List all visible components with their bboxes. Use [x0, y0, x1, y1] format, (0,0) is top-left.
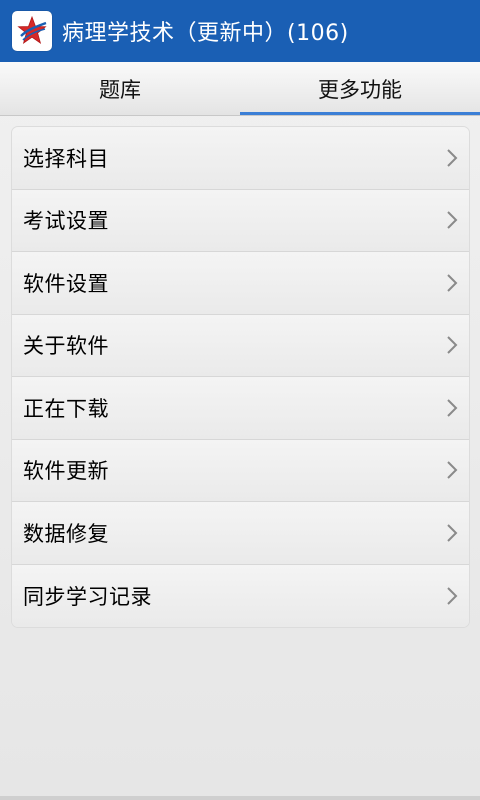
chevron-right-icon	[445, 148, 459, 168]
chevron-right-icon	[445, 335, 459, 355]
tab-more-functions[interactable]: 更多功能	[240, 62, 480, 115]
menu-item-exam-settings[interactable]: 考试设置	[12, 189, 469, 252]
app-title: 病理学技术（更新中）(106)	[62, 21, 349, 46]
chevron-right-icon	[445, 398, 459, 418]
menu-item-label: 软件设置	[23, 271, 109, 296]
bottom-divider	[0, 796, 480, 800]
menu-item-about-software[interactable]: 关于软件	[12, 314, 469, 377]
chevron-right-icon	[445, 460, 459, 480]
app-bar: 病理学技术（更新中）(106)	[0, 0, 480, 62]
menu-item-label: 关于软件	[23, 334, 109, 359]
tab-bar: 题库 更多功能	[0, 62, 480, 116]
menu-item-software-update[interactable]: 软件更新	[12, 439, 469, 502]
menu-item-label: 软件更新	[23, 459, 109, 484]
menu-item-label: 同步学习记录	[23, 584, 152, 609]
tab-question-bank[interactable]: 题库	[0, 62, 240, 115]
chevron-right-icon	[445, 273, 459, 293]
menu-item-label: 数据修复	[23, 521, 109, 546]
menu-list: 选择科目 考试设置 软件设置 关于软件 正在下载 软件更新 数据修复 同步学习记…	[12, 127, 469, 627]
chevron-right-icon	[445, 210, 459, 230]
app-star-icon[interactable]	[12, 11, 52, 51]
menu-item-software-settings[interactable]: 软件设置	[12, 252, 469, 315]
menu-item-data-repair[interactable]: 数据修复	[12, 502, 469, 565]
menu-item-downloading[interactable]: 正在下载	[12, 377, 469, 440]
menu-item-label: 正在下载	[23, 396, 109, 421]
menu-item-select-subject[interactable]: 选择科目	[12, 127, 469, 190]
menu-item-label: 选择科目	[23, 146, 109, 171]
chevron-right-icon	[445, 586, 459, 606]
menu-item-sync-records[interactable]: 同步学习记录	[12, 564, 469, 627]
chevron-right-icon	[445, 523, 459, 543]
menu-item-label: 考试设置	[23, 209, 109, 234]
